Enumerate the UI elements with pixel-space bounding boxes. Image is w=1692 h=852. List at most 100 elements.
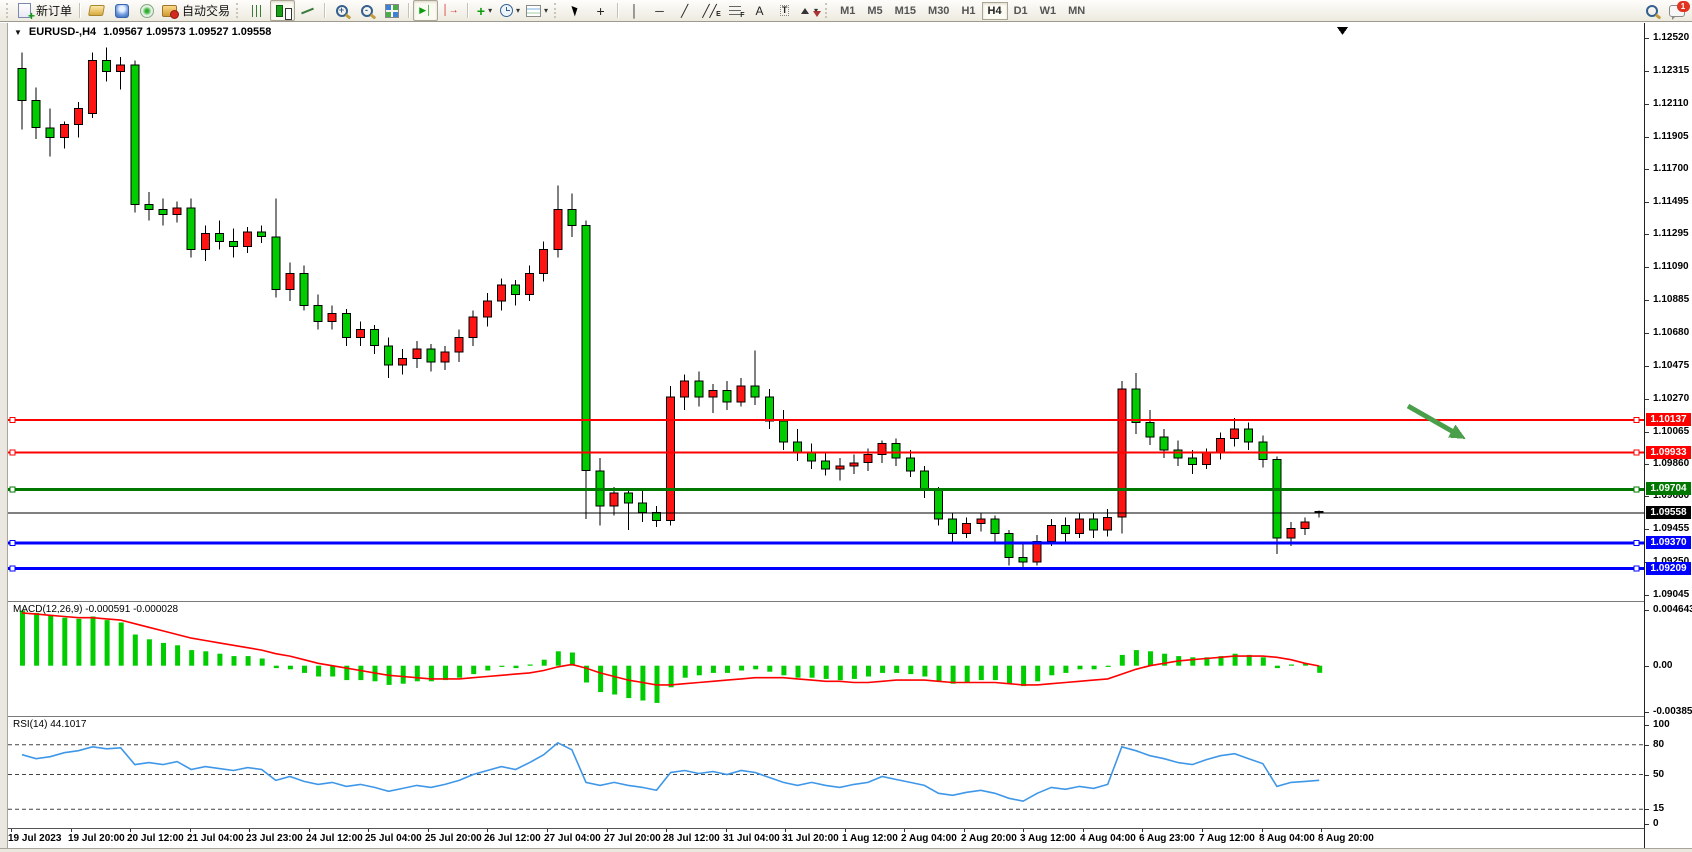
navigator-button[interactable] [109, 0, 134, 21]
date-tick-mark [11, 829, 12, 832]
timeframe-d1[interactable]: D1 [1008, 2, 1034, 20]
price-tick-label: 1.09045 [1653, 589, 1689, 601]
macd-tick-label: 0.00 [1653, 660, 1672, 672]
price-badge-1.09370: 1.09370 [1646, 536, 1691, 549]
price-tick-label: 1.10270 [1653, 393, 1689, 405]
channel-button[interactable]: ╱╱E [697, 0, 722, 21]
navigator-icon [115, 4, 129, 18]
timeframe-h1[interactable]: H1 [955, 2, 981, 20]
cursor-button[interactable] [563, 0, 588, 21]
market-watch-icon [88, 5, 105, 16]
zoom-out-button[interactable]: - [354, 0, 379, 21]
candle-body [117, 65, 125, 71]
market-watch-button[interactable] [84, 0, 109, 21]
timeframe-h4[interactable]: H4 [982, 2, 1008, 20]
date-axis[interactable]: 19 Jul 202319 Jul 20:0020 Jul 12:0021 Ju… [8, 829, 1644, 848]
periods-button[interactable]: ▾ [497, 0, 523, 21]
window-bottom-edge [0, 848, 1692, 852]
search-button[interactable] [1639, 0, 1664, 21]
trendline-button[interactable]: ╱ [672, 0, 697, 21]
crosshair-button[interactable]: + [588, 0, 613, 21]
hline-objects[interactable] [8, 418, 1644, 572]
shift-marker-icon[interactable] [1337, 27, 1348, 35]
candle-body [342, 314, 350, 338]
arrows-button[interactable]: ▾ [797, 0, 822, 21]
candle-body [230, 242, 238, 247]
candle-body [610, 493, 618, 506]
date-tick-label: 2 Aug 04:00 [901, 833, 957, 844]
price-axis[interactable]: 1.125201.123151.121101.119051.117001.114… [1644, 23, 1692, 848]
price-chart-canvas[interactable] [8, 23, 1644, 601]
candle-body [540, 250, 548, 274]
new-order-button[interactable]: 新订单 [15, 0, 75, 21]
hline-handle[interactable] [10, 418, 15, 423]
templates-button[interactable]: ▾ [523, 0, 551, 21]
hline-handle[interactable] [1634, 540, 1639, 545]
macd-panel[interactable]: MACD(12,26,9) -0.000591 -0.000028 [8, 602, 1644, 717]
price-tick-label: 1.10065 [1653, 426, 1689, 438]
candle-body [1217, 439, 1225, 453]
indicators-button[interactable]: +▾ [472, 0, 497, 21]
candle-chart-button[interactable] [270, 0, 295, 21]
timeframe-w1[interactable]: W1 [1034, 2, 1063, 20]
date-tick-label: 23 Jul 23:00 [246, 833, 303, 844]
timeframe-m5[interactable]: M5 [861, 2, 888, 20]
template-icon [526, 5, 541, 17]
timeframe-mn[interactable]: MN [1062, 2, 1091, 20]
search-icon [1646, 5, 1658, 17]
hline-handle[interactable] [10, 566, 15, 571]
candle-body [244, 232, 252, 246]
candle-body [18, 69, 26, 101]
toolbar-gripper [6, 3, 12, 18]
chat-button[interactable]: 1 [1664, 0, 1689, 21]
hline-handle[interactable] [1634, 450, 1639, 455]
timeframe-m15[interactable]: M15 [889, 2, 922, 20]
chart-window: ▼ EURUSD-,H4 1.09567 1.09573 1.09527 1.0… [0, 23, 1692, 851]
hline-handle[interactable] [10, 540, 15, 545]
zoom-in-button[interactable]: + [329, 0, 354, 21]
signals-button[interactable] [134, 0, 159, 21]
chat-icon: 1 [1669, 5, 1685, 17]
tile-windows-button[interactable] [379, 0, 404, 21]
rsi-panel[interactable]: RSI(14) 44.1017 [8, 717, 1644, 829]
rsi-line [22, 743, 1319, 801]
timeframe-m30[interactable]: M30 [922, 2, 955, 20]
vertical-line-icon: │ [631, 5, 639, 17]
hline-handle[interactable] [10, 487, 15, 492]
collapse-triangle-icon[interactable]: ▼ [14, 28, 22, 37]
date-tick-mark [368, 829, 369, 832]
fibonacci-button[interactable]: F [722, 0, 747, 21]
candlestick-chart-icon [276, 5, 283, 17]
macd-canvas[interactable] [8, 602, 1644, 716]
line-chart-button[interactable] [295, 0, 320, 21]
date-tick-label: 28 Jul 12:00 [663, 833, 720, 844]
auto-scroll-button[interactable]: ▶│ [413, 0, 438, 21]
indicators-icon: + [477, 5, 485, 17]
text-label-icon: T [780, 5, 790, 16]
candle-body [794, 442, 802, 453]
price-chart-panel[interactable]: ▼ EURUSD-,H4 1.09567 1.09573 1.09527 1.0… [8, 23, 1644, 602]
price-tick-label: 1.11495 [1653, 196, 1689, 208]
timeframe-m1[interactable]: M1 [834, 2, 861, 20]
text-button[interactable]: A [747, 0, 772, 21]
text-label-button[interactable]: T [772, 0, 797, 21]
candle-body [1146, 423, 1154, 437]
price-tick-mark [1645, 595, 1649, 596]
hline-handle[interactable] [1634, 418, 1639, 423]
bar-chart-icon [252, 5, 264, 17]
bar-chart-button[interactable] [245, 0, 270, 21]
horizontal-line-button[interactable]: ─ [647, 0, 672, 21]
candle-body [1301, 522, 1309, 528]
hline-handle[interactable] [10, 450, 15, 455]
chart-shift-button[interactable]: │→ [438, 0, 463, 21]
candle-body [1287, 529, 1295, 539]
candle-body [808, 453, 816, 461]
candle-body [427, 349, 435, 362]
rsi-canvas[interactable] [8, 717, 1644, 828]
hline-handle[interactable] [1634, 566, 1639, 571]
vertical-line-button[interactable]: │ [622, 0, 647, 21]
autotrade-button[interactable]: 自动交易 [159, 0, 233, 21]
candle-body [1245, 429, 1253, 442]
date-tick-label: 2 Aug 20:00 [961, 833, 1017, 844]
hline-handle[interactable] [1634, 487, 1639, 492]
